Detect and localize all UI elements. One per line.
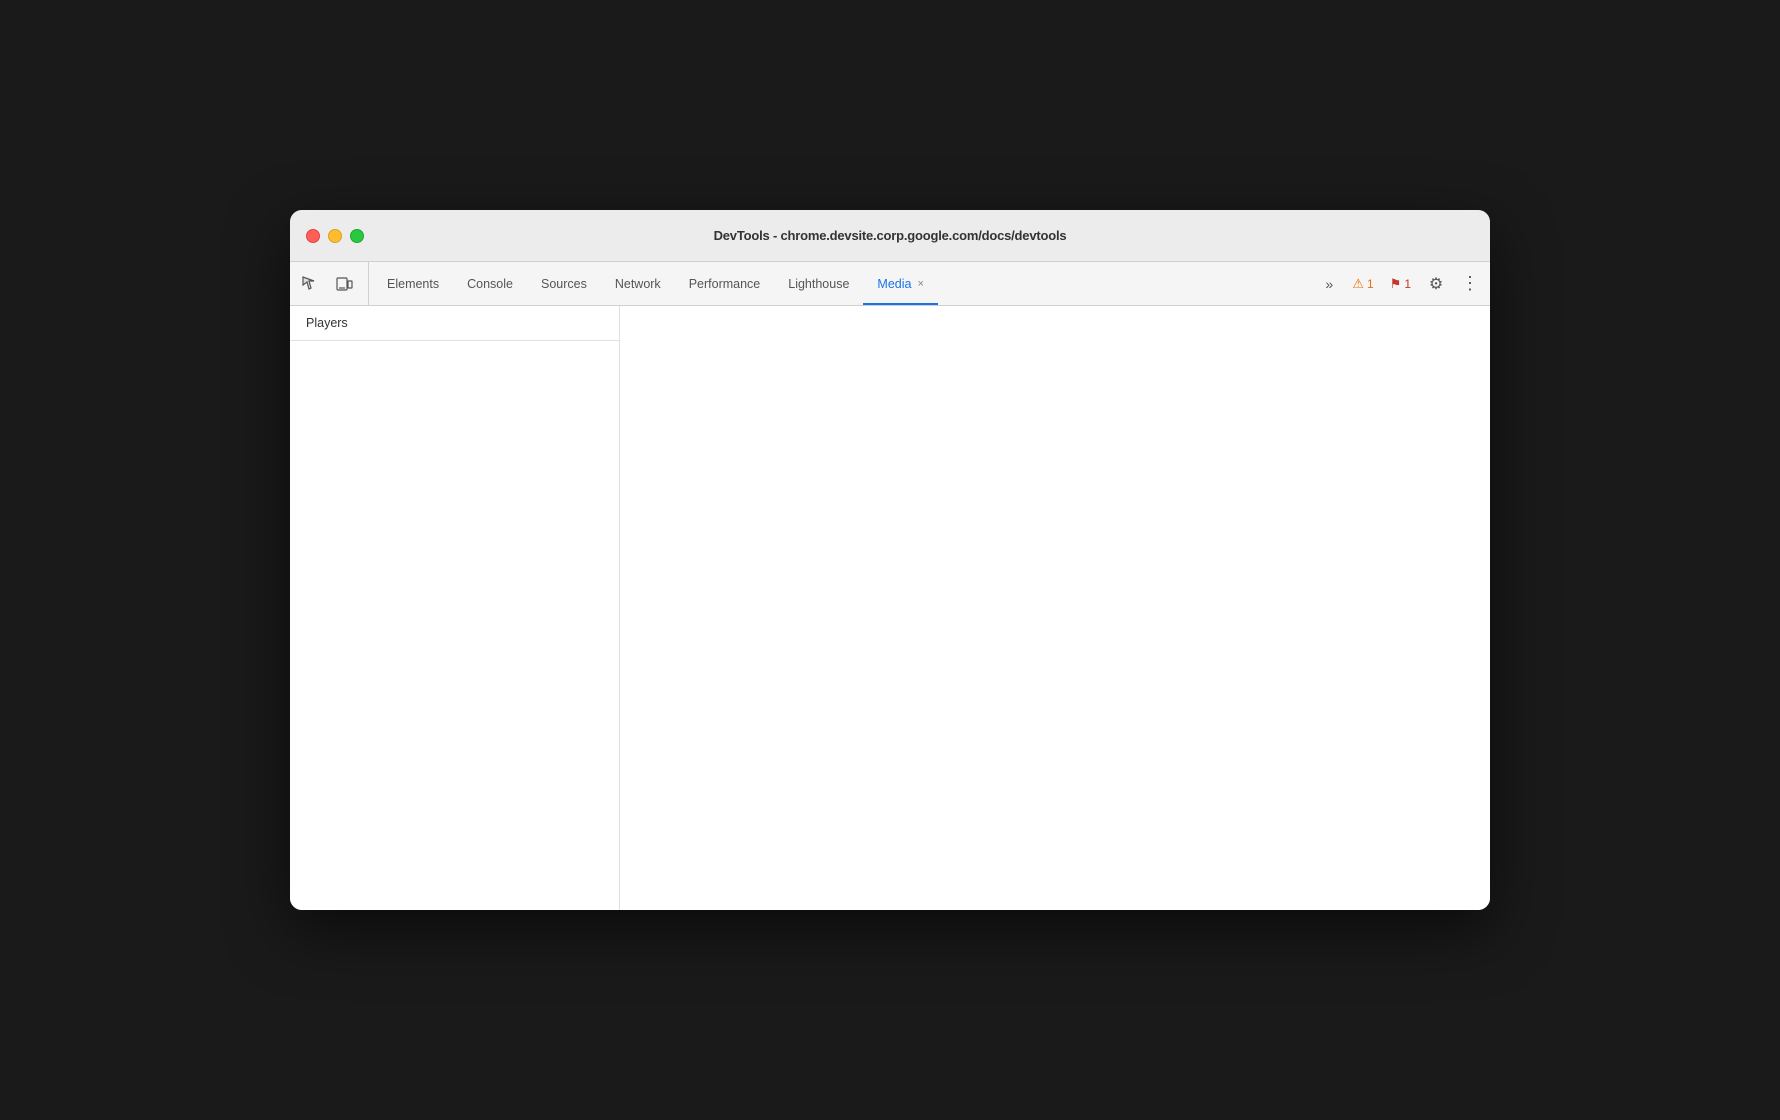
tabs-container: Elements Console Sources Network Perform… xyxy=(373,262,1311,305)
tab-media[interactable]: Media × xyxy=(863,262,937,305)
tab-bar-left-controls xyxy=(294,262,369,305)
main-content: Players xyxy=(290,306,1490,910)
window-title: DevTools - chrome.devsite.corp.google.co… xyxy=(714,228,1067,243)
inspect-element-button[interactable] xyxy=(294,268,326,300)
warning-icon: ⚠ xyxy=(1352,276,1364,292)
tab-performance[interactable]: Performance xyxy=(675,262,775,305)
tab-bar-right-controls: » ⚠ 1 ⚑ 1 ⚙ ⋮ xyxy=(1311,262,1486,305)
tab-bar: Elements Console Sources Network Perform… xyxy=(290,262,1490,306)
close-button[interactable] xyxy=(306,229,320,243)
device-icon xyxy=(335,275,353,293)
warning-count: 1 xyxy=(1367,277,1374,291)
error-icon: ⚑ xyxy=(1390,276,1402,292)
tab-network[interactable]: Network xyxy=(601,262,675,305)
settings-button[interactable]: ⚙ xyxy=(1420,268,1452,300)
sidebar-header: Players xyxy=(290,306,619,341)
minimize-button[interactable] xyxy=(328,229,342,243)
tab-lighthouse[interactable]: Lighthouse xyxy=(774,262,863,305)
errors-badge[interactable]: ⚑ 1 xyxy=(1383,273,1418,295)
sidebar: Players xyxy=(290,306,620,910)
inspect-icon xyxy=(301,275,319,293)
close-tab-media[interactable]: × xyxy=(917,278,923,290)
more-tabs-button[interactable]: » xyxy=(1315,270,1343,298)
error-count: 1 xyxy=(1404,277,1411,291)
tab-console[interactable]: Console xyxy=(453,262,527,305)
warnings-badge[interactable]: ⚠ 1 xyxy=(1345,273,1380,295)
devtools-window: DevTools - chrome.devsite.corp.google.co… xyxy=(290,210,1490,910)
settings-icon: ⚙ xyxy=(1429,274,1443,294)
sidebar-body xyxy=(290,341,619,910)
detail-area xyxy=(620,306,1490,910)
traffic-lights xyxy=(306,229,364,243)
more-options-icon: ⋮ xyxy=(1461,273,1479,294)
title-bar: DevTools - chrome.devsite.corp.google.co… xyxy=(290,210,1490,262)
device-toolbar-button[interactable] xyxy=(328,268,360,300)
maximize-button[interactable] xyxy=(350,229,364,243)
tab-sources[interactable]: Sources xyxy=(527,262,601,305)
tab-elements[interactable]: Elements xyxy=(373,262,453,305)
more-tabs-icon: » xyxy=(1325,276,1333,292)
more-options-button[interactable]: ⋮ xyxy=(1454,268,1486,300)
